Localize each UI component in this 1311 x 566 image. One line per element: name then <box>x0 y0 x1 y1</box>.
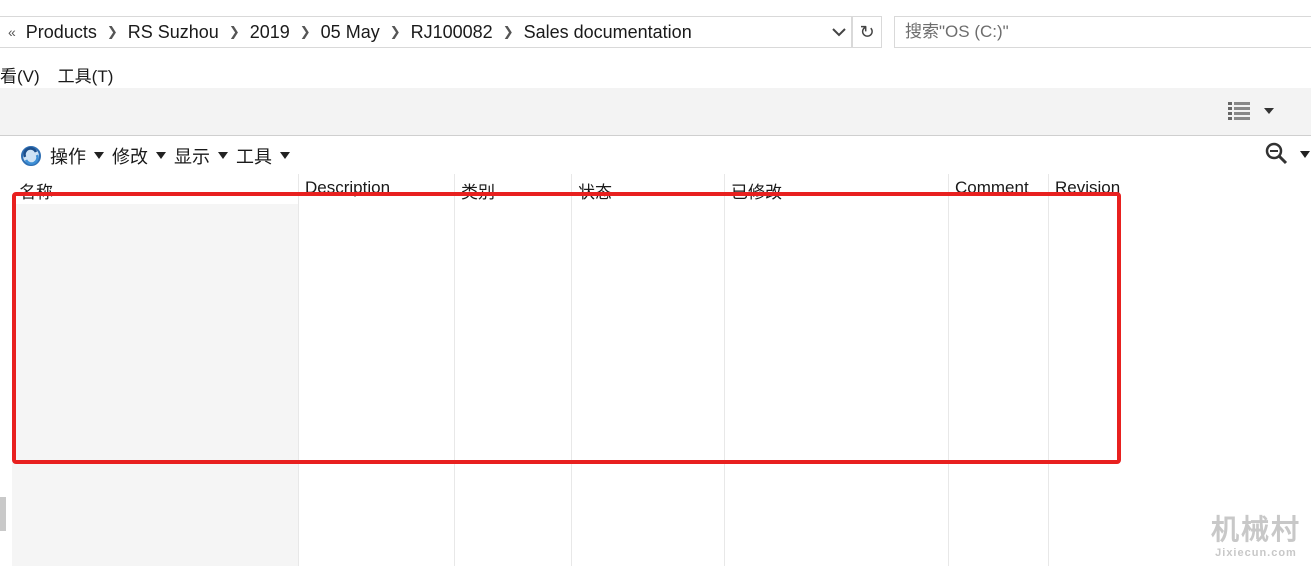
toolbar-action-label: 操作 <box>50 146 86 167</box>
command-bar <box>0 88 1311 136</box>
menu-item-view[interactable]: 看(V) <box>0 62 40 87</box>
caret-down-icon[interactable] <box>1264 107 1274 115</box>
breadcrumb-item-rs-suzhou[interactable]: RS Suzhou <box>128 22 219 43</box>
column-divider[interactable] <box>298 174 299 566</box>
column-divider[interactable] <box>948 174 949 566</box>
chevron-right-icon[interactable]: ❯ <box>229 24 240 40</box>
toolbar-display-label: 显示 <box>174 146 210 167</box>
details-view-icon[interactable] <box>1227 100 1251 122</box>
name-column-background <box>12 204 298 566</box>
column-divider[interactable] <box>454 174 455 566</box>
toolbar-tools-menu[interactable]: 工具 <box>236 143 290 169</box>
breadcrumb-item-2019[interactable]: 2019 <box>250 22 290 43</box>
caret-down-icon[interactable] <box>1300 151 1310 158</box>
breadcrumb-item-products[interactable]: Products <box>26 22 97 43</box>
scrollbar-thumb[interactable] <box>0 497 6 531</box>
column-header-description[interactable]: Description <box>298 178 390 202</box>
search-input[interactable] <box>895 17 1311 47</box>
refresh-icon: ↻ <box>859 21 875 42</box>
column-header-name[interactable]: 名称 <box>12 178 53 202</box>
breadcrumb: « Products ❯ RS Suzhou ❯ 2019 ❯ 05 May ❯… <box>8 17 692 47</box>
caret-down-icon <box>156 152 166 159</box>
chevron-right-icon[interactable]: ❯ <box>107 24 118 40</box>
column-header-comment[interactable]: Comment <box>948 178 1029 202</box>
chevron-down-icon[interactable] <box>829 21 849 43</box>
caret-down-icon <box>218 152 228 159</box>
address-bar[interactable]: « Products ❯ RS Suzhou ❯ 2019 ❯ 05 May ❯… <box>0 16 852 48</box>
chevron-right-icon[interactable]: ❯ <box>503 24 514 40</box>
column-header-category[interactable]: 类别 <box>454 178 495 202</box>
watermark-url: Jixiecun.com <box>1215 547 1297 559</box>
toolbar-modify-menu[interactable]: 修改 <box>112 143 166 169</box>
toolbar-tools-label: 工具 <box>236 146 272 167</box>
caret-down-icon <box>94 152 104 159</box>
column-header-modified[interactable]: 已修改 <box>724 178 782 202</box>
refresh-button[interactable]: ↻ <box>852 16 882 48</box>
file-list: 名称 Description 类别 状态 已修改 Comment Revisio… <box>12 174 1311 566</box>
breadcrumb-item-rj100082[interactable]: RJ100082 <box>411 22 493 43</box>
address-row: « Products ❯ RS Suzhou ❯ 2019 ❯ 05 May ❯… <box>0 0 1311 66</box>
app-logo-icon <box>21 145 41 166</box>
breadcrumb-item-05-may[interactable]: 05 May <box>321 22 380 43</box>
app-toolbar: 操作 修改 显示 工具 <box>12 138 1311 173</box>
caret-down-icon <box>280 152 290 159</box>
watermark-title: 机械村 <box>1210 514 1301 545</box>
column-header-status[interactable]: 状态 <box>571 178 612 202</box>
column-divider[interactable] <box>1048 174 1049 566</box>
chevron-right-icon[interactable]: ❯ <box>390 24 401 40</box>
toolbar-modify-label: 修改 <box>112 146 148 167</box>
column-divider[interactable] <box>571 174 572 566</box>
breadcrumb-item-sales-documentation[interactable]: Sales documentation <box>524 22 692 43</box>
zoom-search-icon[interactable] <box>1264 141 1290 167</box>
toolbar-display-menu[interactable]: 显示 <box>174 143 228 169</box>
search-box[interactable] <box>894 16 1311 48</box>
toolbar-action-menu[interactable]: 操作 <box>50 143 104 169</box>
breadcrumb-overflow-icon[interactable]: « <box>8 24 16 40</box>
column-header-revision[interactable]: Revision <box>1048 178 1120 202</box>
chevron-right-icon[interactable]: ❯ <box>300 24 311 40</box>
column-divider[interactable] <box>724 174 725 566</box>
menu-item-tools[interactable]: 工具(T) <box>58 62 114 87</box>
menu-bar: 看(V) 工具(T) <box>0 60 131 88</box>
watermark: 机械村 Jixiecun.com <box>1206 514 1306 560</box>
